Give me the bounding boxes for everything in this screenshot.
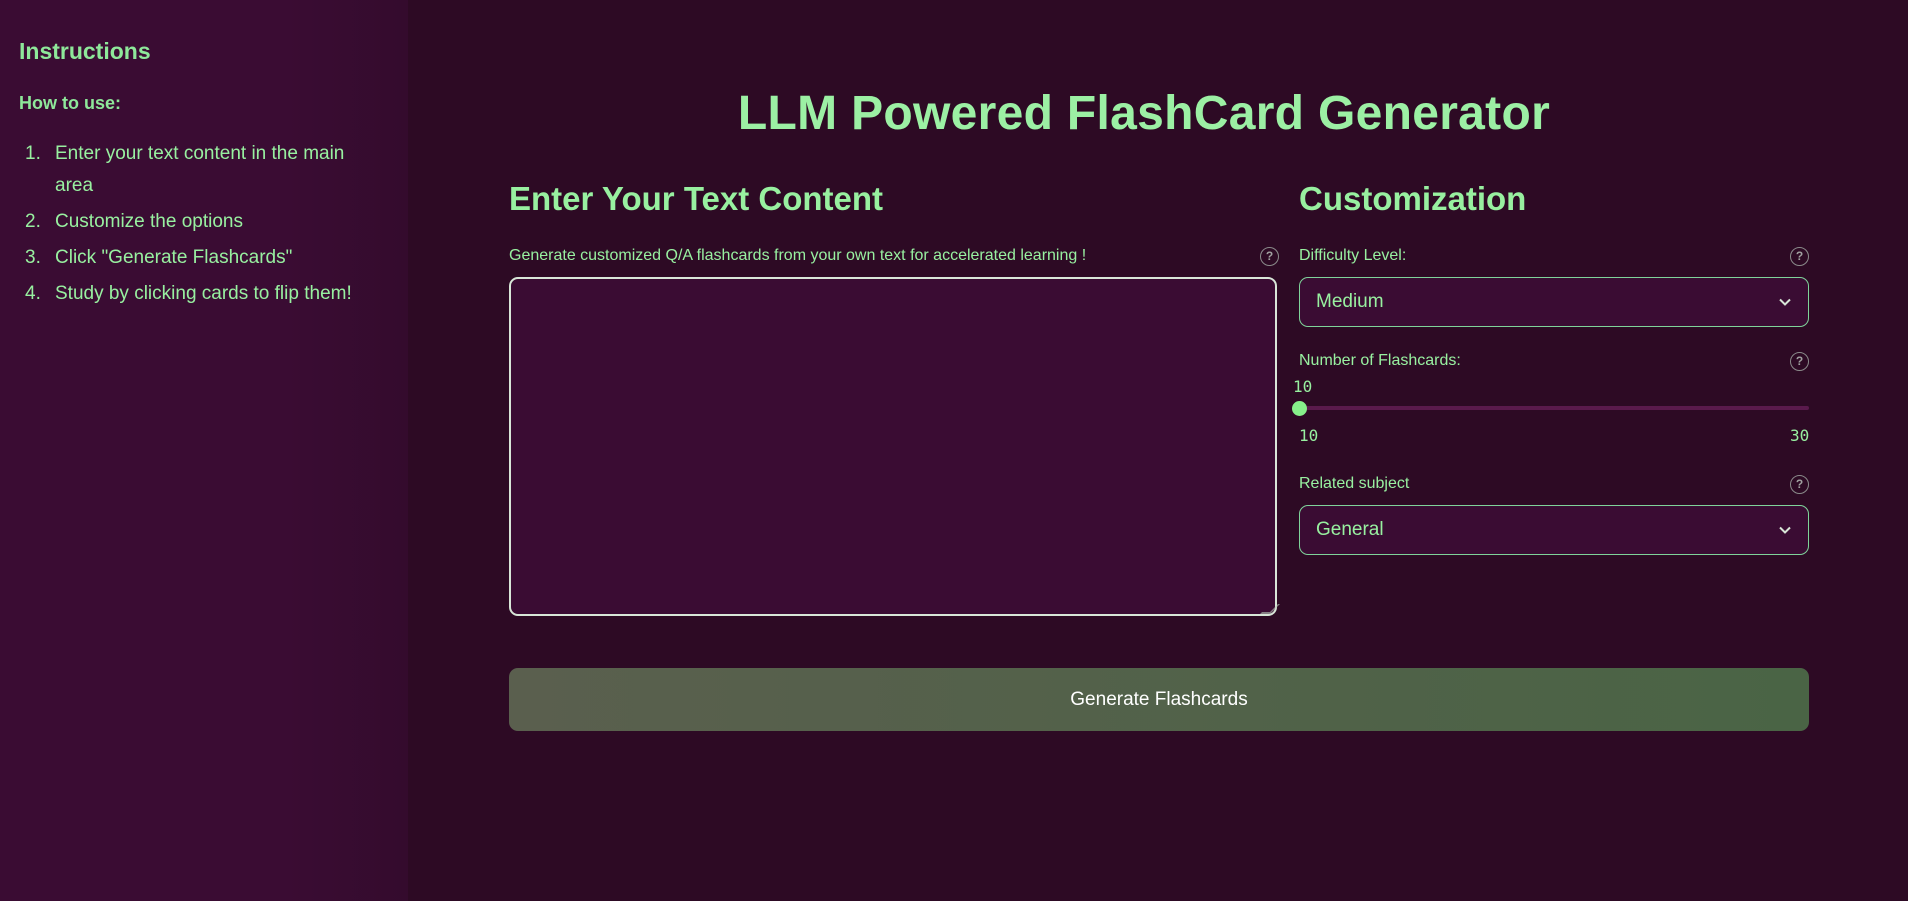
question-circle-icon[interactable]: ?: [1790, 247, 1809, 266]
difficulty-label: Difficulty Level:: [1299, 247, 1407, 264]
step-text: Click "Generate Flashcards": [55, 247, 293, 268]
difficulty-select[interactable]: Medium: [1299, 277, 1809, 327]
sidebar: Instructions How to use: 1. Enter your t…: [0, 0, 408, 901]
step-number: 1.: [25, 143, 41, 164]
sidebar-subtitle: How to use:: [19, 93, 121, 113]
text-section-title: Enter Your Text Content: [509, 180, 884, 217]
instructions-list: 1. Enter your text content in the main a…: [19, 138, 389, 310]
chevron-down-icon: [1779, 298, 1791, 306]
step-number: 2.: [25, 211, 41, 232]
list-item: 2. Customize the options: [19, 206, 389, 238]
list-item: 3. Click "Generate Flashcards": [19, 242, 389, 274]
subject-value: General: [1316, 519, 1384, 540]
list-item: 1. Enter your text content in the main a…: [19, 138, 389, 202]
slider-max-value: 30: [1790, 426, 1810, 445]
page-title: LLM Powered FlashCard Generator: [737, 87, 1551, 140]
step-text: Study by clicking cards to flip them!: [55, 283, 352, 304]
step-text: Customize the options: [55, 211, 243, 232]
flashcards-slider-track[interactable]: [1299, 406, 1809, 410]
question-circle-icon[interactable]: ?: [1260, 247, 1279, 266]
list-item: 4. Study by clicking cards to flip them!: [19, 278, 389, 310]
text-input-label: Generate customized Q/A flashcards from …: [509, 247, 1087, 264]
subject-select[interactable]: General: [1299, 505, 1809, 555]
chevron-down-icon: [1779, 526, 1791, 534]
step-number: 3.: [25, 247, 41, 268]
main-area: LLM Powered FlashCard Generator Enter Yo…: [408, 0, 1908, 901]
slider-current-value: 10: [1293, 377, 1313, 396]
text-content-input[interactable]: [509, 277, 1277, 616]
difficulty-value: Medium: [1316, 291, 1384, 312]
question-circle-icon[interactable]: ?: [1790, 352, 1809, 371]
step-number: 4.: [25, 283, 41, 304]
slider-min-value: 10: [1299, 426, 1319, 445]
generate-flashcards-button[interactable]: Generate Flashcards: [509, 668, 1809, 731]
flashcards-slider-thumb[interactable]: [1292, 401, 1307, 416]
customization-title: Customization: [1299, 180, 1527, 217]
question-circle-icon[interactable]: ?: [1790, 475, 1809, 494]
subject-label: Related subject: [1299, 475, 1410, 492]
sidebar-title: Instructions: [19, 38, 151, 64]
flashcards-label: Number of Flashcards:: [1299, 352, 1461, 369]
step-text: Enter your text content in the main area: [55, 143, 345, 196]
